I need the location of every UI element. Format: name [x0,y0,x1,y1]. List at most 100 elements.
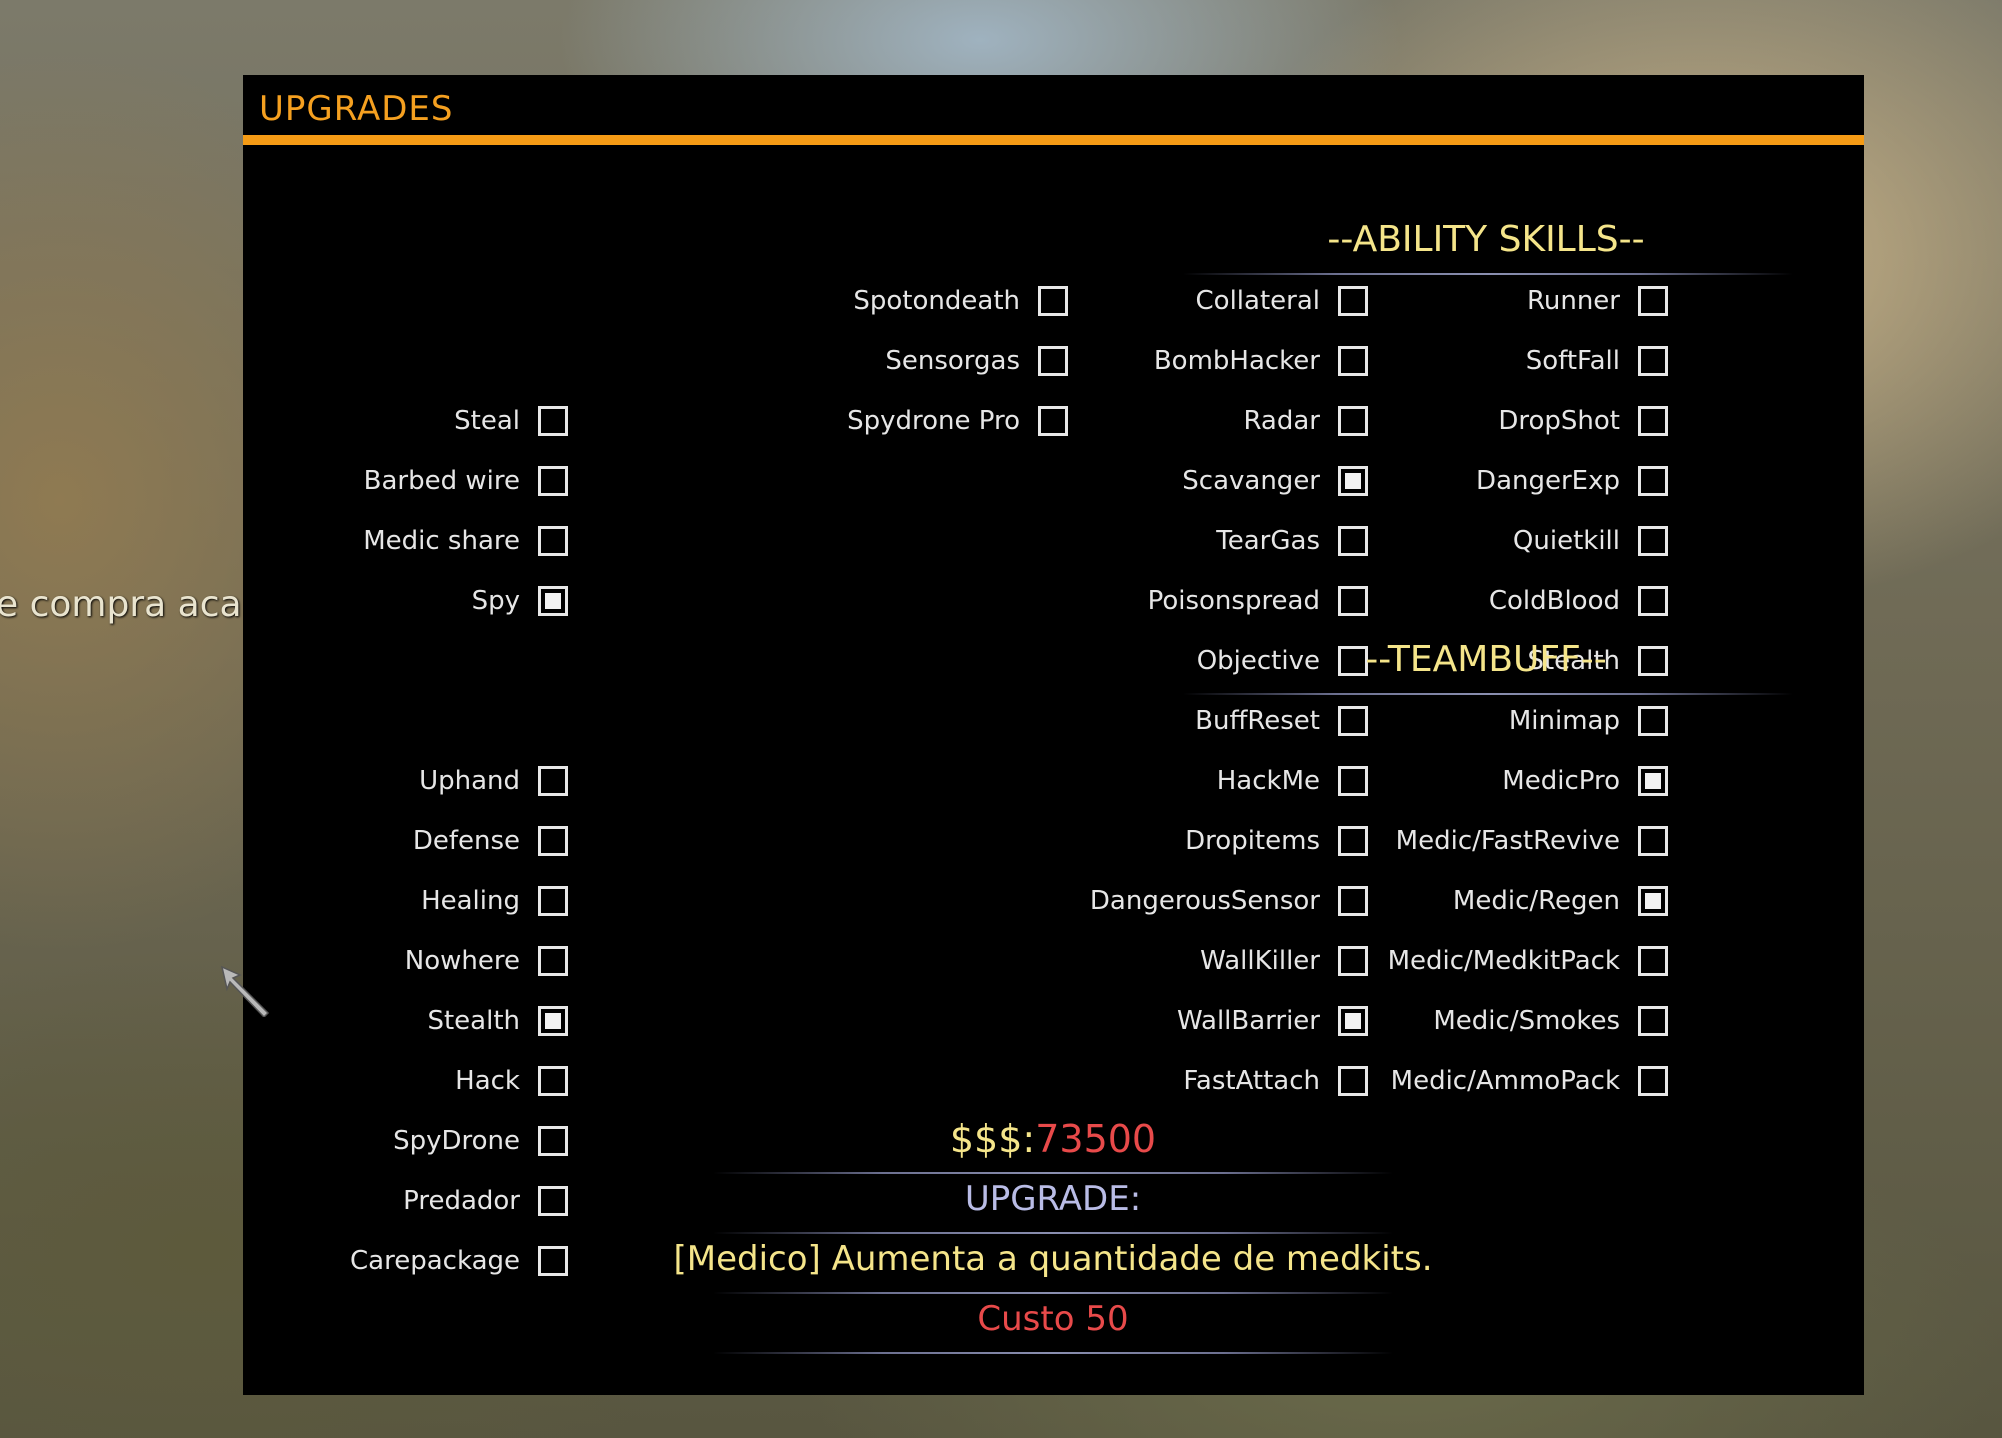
upgrade-label: BuffReset [1195,706,1320,736]
teambuff-checkbox-hack[interactable] [538,1066,568,1096]
upgrade-checkbox-medic-smokes[interactable] [1638,1006,1668,1036]
upgrade-label: DropShot [1498,406,1620,436]
upgrade-row-scavanger[interactable]: Scavanger [948,461,1368,501]
ability-label: Spy [471,586,520,616]
upgrade-checkbox-medic-regen[interactable] [1638,886,1668,916]
upgrade-checkbox-runner[interactable] [1638,286,1668,316]
upgrade-cost: Custo 50 [977,1299,1129,1339]
teambuff-row-stealth[interactable]: Stealth [148,1001,568,1041]
upgrade-checkbox-wallkiller[interactable] [1338,946,1368,976]
upgrade-checkbox-poisonspread[interactable] [1338,586,1368,616]
upgrade-row-teargas[interactable]: TearGas [948,521,1368,561]
upgrade-label: HackMe [1216,766,1320,796]
upgrade-checkbox-dangerexp[interactable] [1638,466,1668,496]
upgrade-label: Spotondeath [853,286,1020,316]
teambuff-checkbox-predador[interactable] [538,1186,568,1216]
upgrade-row-spydrone-pro[interactable]: Spydrone Pro [648,401,1068,441]
upgrade-checkbox-quietkill[interactable] [1638,526,1668,556]
upgrade-row-dangeroussensor[interactable]: DangerousSensor [948,881,1368,921]
ability-row-steal[interactable]: Steal [148,401,568,441]
teambuff-row-healing[interactable]: Healing [148,881,568,921]
teambuff-checkbox-nowhere[interactable] [538,946,568,976]
upgrade-checkbox-radar[interactable] [1338,406,1368,436]
teambuff-label: Predador [403,1186,520,1216]
upgrade-row-spotondeath[interactable]: Spotondeath [648,281,1068,321]
upgrade-checkbox-hackme[interactable] [1338,766,1368,796]
ability-row-spy[interactable]: Spy [148,581,568,621]
title-accent-bar [243,135,1864,145]
teambuff-checkbox-uphand[interactable] [538,766,568,796]
teambuff-checkbox-carepackage[interactable] [538,1246,568,1276]
upgrade-checkbox-sensorgas[interactable] [1038,346,1068,376]
teambuff-checkbox-defense[interactable] [538,826,568,856]
teambuff-row-spydrone[interactable]: SpyDrone [148,1121,568,1161]
upgrade-row-hackme[interactable]: HackMe [948,761,1368,801]
upgrade-checkbox-medic-medkitpack[interactable] [1638,946,1668,976]
ability-row-barbed-wire[interactable]: Barbed wire [148,461,568,501]
upgrade-label: Medic/FastRevive [1395,826,1620,856]
teambuff-row-uphand[interactable]: Uphand [148,761,568,801]
upgrade-label: BombHacker [1153,346,1320,376]
upgrade-label: WallKiller [1200,946,1320,976]
ability-label: Medic share [363,526,520,556]
upgrade-checkbox-fastattach[interactable] [1338,1066,1368,1096]
upgrade-row-sensorgas[interactable]: Sensorgas [648,341,1068,381]
ability-label: Barbed wire [363,466,520,496]
upgrade-checkbox-scavanger[interactable] [1338,466,1368,496]
upgrade-row-poisonspread[interactable]: Poisonspread [948,581,1368,621]
upgrade-row-wallbarrier[interactable]: WallBarrier [948,1001,1368,1041]
upgrade-description: [Medico] Aumenta a quantidade de medkits… [673,1239,1433,1279]
upgrade-checkbox-collateral[interactable] [1338,286,1368,316]
info-separator-1 [713,1172,1393,1174]
upgrade-row-buffreset[interactable]: BuffReset [948,701,1368,741]
upgrade-checkbox-medicpro[interactable] [1638,766,1668,796]
upgrade-label: Spydrone Pro [847,406,1020,436]
upgrade-label: Poisonspread [1147,586,1320,616]
upgrade-checkbox-spydrone-pro[interactable] [1038,406,1068,436]
teambuff-checkbox-stealth[interactable] [538,1006,568,1036]
upgrade-checkbox-dangeroussensor[interactable] [1338,886,1368,916]
upgrade-row-dropitems[interactable]: Dropitems [948,821,1368,861]
upgrade-checkbox-minimap[interactable] [1638,706,1668,736]
upgrade-checkbox-wallbarrier[interactable] [1338,1006,1368,1036]
upgrade-label: UPGRADE: [964,1179,1142,1219]
ability-checkbox-steal[interactable] [538,406,568,436]
teambuff-checkbox-healing[interactable] [538,886,568,916]
upgrade-row-fastattach[interactable]: FastAttach [948,1061,1368,1101]
upgrade-checkbox-dropitems[interactable] [1338,826,1368,856]
upgrade-label: FastAttach [1183,1066,1320,1096]
teambuff-row-hack[interactable]: Hack [148,1061,568,1101]
teambuff-label: Defense [412,826,520,856]
ability-checkbox-spy[interactable] [538,586,568,616]
teambuff-label: Hack [455,1066,520,1096]
upgrade-label: Medic/MedkitPack [1387,946,1620,976]
teambuff-checkbox-spydrone[interactable] [538,1126,568,1156]
upgrade-checkbox-bombhacker[interactable] [1338,346,1368,376]
upgrade-label: Sensorgas [885,346,1020,376]
upgrade-label: Medic/AmmoPack [1390,1066,1620,1096]
upgrade-row-wallkiller[interactable]: WallKiller [948,941,1368,981]
upgrade-checkbox-buffreset[interactable] [1338,706,1368,736]
ability-checkbox-medic-share[interactable] [538,526,568,556]
upgrades-panel: UPGRADES Runner SoftFall DropShot DangerExp… [243,75,1864,1395]
upgrade-checkbox-spotondeath[interactable] [1038,286,1068,316]
upgrade-checkbox-softfall[interactable] [1638,346,1668,376]
upgrade-checkbox-teargas[interactable] [1338,526,1368,556]
panel-title: UPGRADES [259,89,454,129]
info-separator-2 [713,1232,1393,1234]
upgrade-checkbox-medic-ammopack[interactable] [1638,1066,1668,1096]
teambuff-row-carepackage[interactable]: Carepackage [148,1241,568,1281]
ability-row-medic-share[interactable]: Medic share [148,521,568,561]
money-label: $$$: [949,1117,1036,1161]
teambuff-heading: --TEAMBUFF-- [1365,639,1607,680]
ability-checkbox-barbed-wire[interactable] [538,466,568,496]
teambuff-row-predador[interactable]: Predador [148,1181,568,1221]
teambuff-row-nowhere[interactable]: Nowhere [148,941,568,981]
mouse-cursor-icon [220,965,270,1017]
upgrade-checkbox-medic-fastrevive[interactable] [1638,826,1668,856]
upgrade-checkbox-coldblood[interactable] [1638,586,1668,616]
upgrade-label: Runner [1526,286,1620,316]
ability-label: Steal [454,406,520,436]
upgrade-checkbox-dropshot[interactable] [1638,406,1668,436]
teambuff-row-defense[interactable]: Defense [148,821,568,861]
